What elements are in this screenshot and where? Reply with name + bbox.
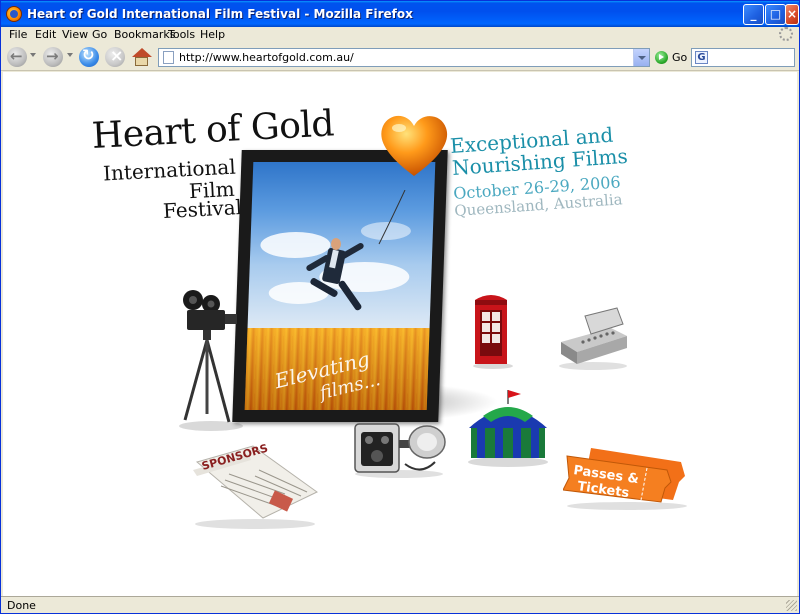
festival-logo-title: Heart of Gold bbox=[90, 103, 335, 157]
reload-icon[interactable] bbox=[79, 46, 99, 67]
throbber-icon bbox=[779, 27, 793, 41]
sponsors-newspaper-icon[interactable]: SPONSORS bbox=[189, 440, 319, 530]
window-title: Heart of Gold International Film Festiva… bbox=[27, 7, 413, 21]
title-bar[interactable]: Heart of Gold International Film Festiva… bbox=[1, 1, 799, 27]
back-icon[interactable] bbox=[7, 47, 27, 67]
search-input[interactable]: G bbox=[691, 48, 795, 67]
go-icon bbox=[655, 51, 668, 64]
phone-box-icon[interactable] bbox=[469, 290, 513, 370]
back-history-dropdown[interactable] bbox=[30, 53, 36, 57]
google-icon[interactable]: G bbox=[695, 51, 708, 64]
close-button[interactable]: × bbox=[785, 4, 799, 25]
heart-balloon-icon[interactable] bbox=[377, 110, 451, 180]
forward-icon[interactable] bbox=[43, 47, 63, 67]
page-content: Heart of Gold International Film Festiva… bbox=[3, 72, 797, 596]
browser-window: Heart of Gold International Film Festiva… bbox=[0, 0, 800, 614]
url-history-dropdown[interactable] bbox=[633, 49, 649, 66]
page-icon bbox=[163, 51, 174, 64]
menu-go[interactable]: Go bbox=[92, 28, 107, 41]
circus-tent-icon[interactable] bbox=[465, 388, 551, 468]
resize-grip[interactable] bbox=[786, 600, 797, 611]
go-button[interactable]: Go bbox=[655, 50, 691, 66]
menu-bookmarks[interactable]: Bookmarks bbox=[114, 28, 175, 41]
minimize-button[interactable]: _ bbox=[743, 4, 764, 25]
status-bar: Done bbox=[1, 596, 799, 613]
passes-tickets-icon[interactable]: Passes & Tickets bbox=[563, 442, 691, 510]
url-text[interactable]: http://www.heartofgold.com.au/ bbox=[179, 51, 354, 64]
menu-help[interactable]: Help bbox=[200, 28, 225, 41]
maximize-button[interactable]: □ bbox=[765, 4, 786, 25]
navigation-toolbar: http://www.heartofgold.com.au/ Go G bbox=[1, 43, 799, 71]
address-bar[interactable]: http://www.heartofgold.com.au/ bbox=[158, 48, 650, 67]
cash-register-icon[interactable] bbox=[555, 306, 631, 370]
flash-camera-icon[interactable] bbox=[351, 418, 447, 478]
menu-edit[interactable]: Edit bbox=[35, 28, 56, 41]
logo-line-festival: Festival bbox=[162, 194, 243, 224]
menu-file[interactable]: File bbox=[9, 28, 27, 41]
go-label: Go bbox=[672, 51, 688, 64]
home-icon[interactable] bbox=[131, 47, 152, 67]
forward-history-dropdown[interactable] bbox=[67, 53, 73, 57]
menu-view[interactable]: View bbox=[62, 28, 88, 41]
menu-bar: File Edit View Go Bookmarks Tools Help bbox=[1, 27, 799, 43]
status-text: Done bbox=[7, 599, 36, 612]
stop-icon[interactable] bbox=[105, 46, 125, 67]
menu-tools[interactable]: Tools bbox=[168, 28, 195, 41]
movie-camera-icon[interactable] bbox=[173, 288, 245, 432]
firefox-icon bbox=[6, 6, 22, 22]
balloon-string bbox=[378, 190, 406, 245]
